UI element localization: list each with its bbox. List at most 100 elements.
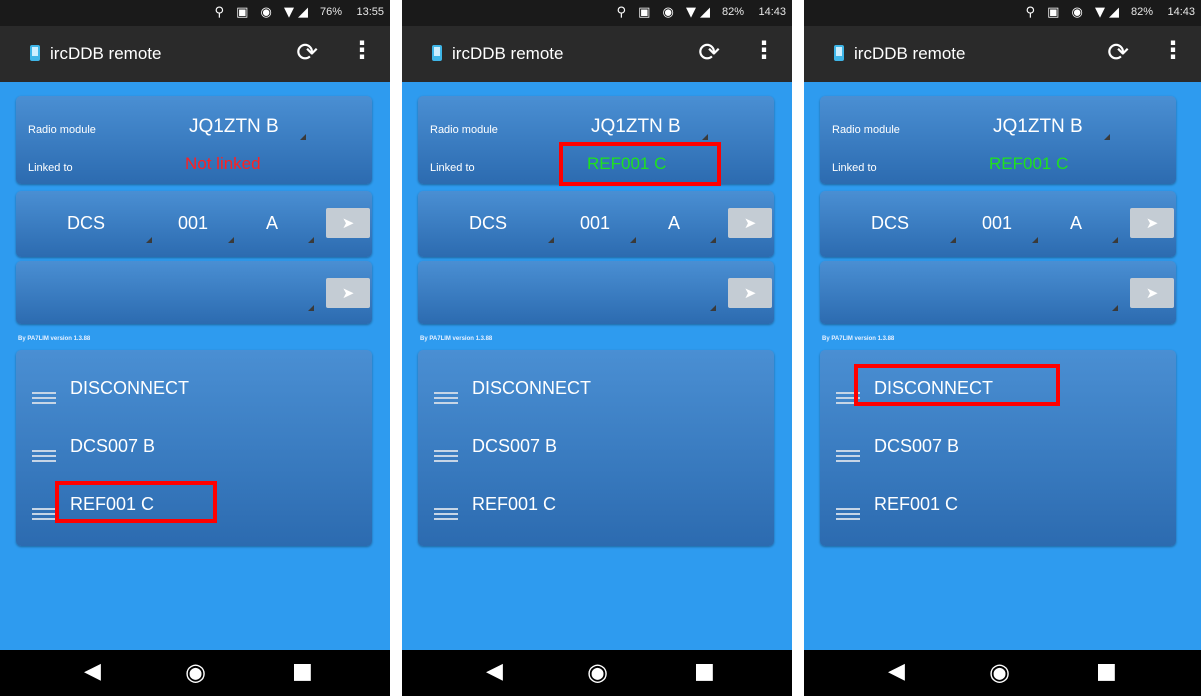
linked-to-label: Linked to [430, 162, 475, 174]
clock: 14:43 [1167, 6, 1195, 18]
clock: 14:43 [758, 6, 786, 18]
list-item-label: REF001 C [472, 494, 557, 514]
phone-icon [834, 45, 844, 61]
phone-screen-1: ⚲ ▣ ◉ ▼◢ 76% 13:55 ircDDB remote ⟳ ⋮ Rad… [0, 0, 390, 696]
module-spinner[interactable]: A [266, 213, 278, 234]
status-icons: ⚲ ▣ ◉ ▼◢ [214, 5, 312, 20]
drag-handle-icon[interactable] [434, 508, 458, 520]
mode-spinner[interactable]: DCS [67, 213, 105, 234]
app-bar: ircDDB remote ⟳ ⋮ [0, 26, 390, 82]
reflector-number-spinner[interactable]: 001 [982, 213, 1012, 234]
spinner-arrow-icon [630, 237, 636, 243]
send-arrow-icon[interactable]: ➤ [326, 278, 370, 308]
send-arrow-icon[interactable]: ➤ [728, 208, 772, 238]
list-item[interactable]: REF001 C [820, 486, 1176, 528]
status-bar: ⚲ ▣ ◉ ▼◢ 82% 14:43 [804, 0, 1201, 26]
radio-module-value[interactable]: JQ1ZTN B [591, 116, 681, 138]
send-arrow-icon[interactable]: ➤ [1130, 208, 1174, 238]
list-item-label: DISCONNECT [472, 378, 592, 398]
recent-apps-icon[interactable]: ■ [1096, 659, 1117, 684]
module-spinner[interactable]: A [1070, 213, 1082, 234]
phone-screen-2: ⚲ ▣ ◉ ▼◢ 82% 14:43 ircDDB remote ⟳ ⋮ Rad… [402, 0, 792, 696]
drag-handle-icon[interactable] [32, 450, 56, 462]
radio-module-value[interactable]: JQ1ZTN B [189, 116, 279, 138]
spinner-arrow-icon [308, 237, 314, 243]
back-icon[interactable]: ◀ [486, 659, 503, 684]
highlight-box [55, 481, 217, 523]
refresh-icon[interactable]: ⟳ [698, 38, 720, 68]
reflector-number-spinner[interactable]: 001 [580, 213, 610, 234]
version-text: By PA7LIM version 1.3.88 [822, 336, 895, 342]
app-bar: ircDDB remote ⟳ ⋮ [402, 26, 792, 82]
send-arrow-icon[interactable]: ➤ [728, 278, 772, 308]
radio-module-label: Radio module [430, 124, 498, 136]
refresh-icon[interactable]: ⟳ [296, 38, 318, 68]
spinner-arrow-icon [300, 134, 306, 140]
phone-icon [30, 45, 40, 61]
drag-handle-icon[interactable] [434, 392, 458, 404]
send-arrow-icon[interactable]: ➤ [326, 208, 370, 238]
mode-spinner[interactable]: DCS [871, 213, 909, 234]
command-card: ➤ [820, 261, 1176, 324]
spinner-arrow-icon [1112, 305, 1118, 311]
drag-handle-icon[interactable] [32, 508, 56, 520]
battery-level: 76% [319, 6, 342, 18]
module-spinner[interactable]: A [668, 213, 680, 234]
link-target-card: DCS 001 A ➤ [820, 191, 1176, 257]
home-icon[interactable]: ◉ [989, 658, 1010, 686]
drag-handle-icon[interactable] [836, 450, 860, 462]
list-item-label: DISCONNECT [70, 378, 190, 398]
linked-to-value: REF001 C [989, 154, 1069, 173]
list-item[interactable]: REF001 C [418, 486, 774, 528]
app-title: ircDDB remote [452, 44, 564, 63]
list-item[interactable]: DCS007 B [16, 428, 372, 470]
list-item-label: DCS007 B [472, 436, 558, 456]
app-title: ircDDB remote [854, 44, 966, 63]
drag-handle-icon[interactable] [32, 392, 56, 404]
list-item[interactable]: DISCONNECT [418, 370, 774, 412]
command-card: ➤ [418, 261, 774, 324]
radio-module-label: Radio module [28, 124, 96, 136]
back-icon[interactable]: ◀ [84, 659, 101, 684]
navigation-bar: ◀ ◉ ■ [0, 650, 390, 696]
radio-module-label: Radio module [832, 124, 900, 136]
phone-screen-3: ⚲ ▣ ◉ ▼◢ 82% 14:43 ircDDB remote ⟳ ⋮ Rad… [804, 0, 1201, 696]
drag-handle-icon[interactable] [836, 508, 860, 520]
spinner-arrow-icon [710, 305, 716, 311]
list-item-label: DCS007 B [874, 436, 960, 456]
battery-level: 82% [1130, 6, 1153, 18]
spinner-arrow-icon [308, 305, 314, 311]
list-item-label: DCS007 B [70, 436, 156, 456]
spinner-arrow-icon [146, 237, 152, 243]
send-arrow-icon[interactable]: ➤ [1130, 278, 1174, 308]
overflow-menu-icon[interactable]: ⋮ [350, 36, 374, 64]
reflector-number-spinner[interactable]: 001 [178, 213, 208, 234]
recent-apps-icon[interactable]: ■ [694, 659, 715, 684]
mode-spinner[interactable]: DCS [469, 213, 507, 234]
status-icons: ⚲ ▣ ◉ ▼◢ [616, 5, 714, 20]
list-item[interactable]: DCS007 B [418, 428, 774, 470]
spinner-arrow-icon [228, 237, 234, 243]
navigation-bar: ◀ ◉ ■ [402, 650, 792, 696]
link-status-card: Radio module JQ1ZTN B Linked to Not link… [16, 96, 372, 184]
spinner-arrow-icon [548, 237, 554, 243]
status-bar: ⚲ ▣ ◉ ▼◢ 82% 14:43 [402, 0, 792, 26]
spinner-arrow-icon [1032, 237, 1038, 243]
overflow-menu-icon[interactable]: ⋮ [752, 36, 776, 64]
back-icon[interactable]: ◀ [888, 659, 905, 684]
spinner-arrow-icon [1104, 134, 1110, 140]
list-item[interactable]: DISCONNECT [16, 370, 372, 412]
list-item[interactable]: DCS007 B [820, 428, 1176, 470]
command-card: ➤ [16, 261, 372, 324]
home-icon[interactable]: ◉ [587, 658, 608, 686]
drag-handle-icon[interactable] [434, 450, 458, 462]
link-target-card: DCS 001 A ➤ [16, 191, 372, 257]
home-icon[interactable]: ◉ [185, 658, 206, 686]
list-item-label: REF001 C [874, 494, 959, 514]
radio-module-value[interactable]: JQ1ZTN B [993, 116, 1083, 138]
recent-apps-icon[interactable]: ■ [292, 659, 313, 684]
overflow-menu-icon[interactable]: ⋮ [1161, 36, 1185, 64]
link-target-card: DCS 001 A ➤ [418, 191, 774, 257]
clock: 13:55 [356, 6, 384, 18]
refresh-icon[interactable]: ⟳ [1107, 38, 1129, 68]
